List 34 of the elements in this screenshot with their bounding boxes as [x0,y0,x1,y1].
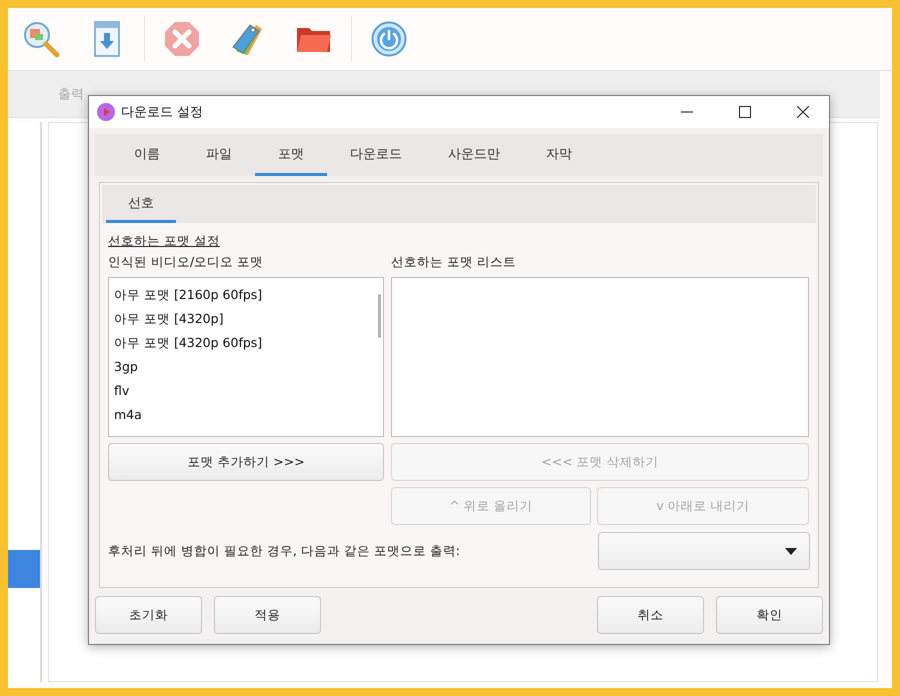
footer-button[interactable]: 적용 [214,596,321,634]
merge-format-label: 후처리 뒤에 병합이 필요한 경우, 다음과 같은 포맷으로 출력: [108,542,460,560]
tab[interactable]: 이름 [111,134,183,176]
list-label: 인식된 비디오/오디오 포맷 [108,254,264,271]
section-title: 선호하는 포맷 설정 [108,233,220,250]
maximize-icon [739,106,751,118]
format-item[interactable]: flv [109,380,383,404]
scrollbar-thumb[interactable] [378,294,381,338]
power-icon [371,21,407,57]
tab[interactable]: 파일 [183,134,255,176]
minimize-icon [681,111,693,113]
tab[interactable]: 자막 [523,134,595,176]
dropdown-arrow-icon [785,548,797,554]
stop-icon [164,21,200,57]
format-item[interactable]: 3gp [109,356,383,380]
subtab[interactable]: 선호 [106,185,176,223]
footer-button[interactable]: 취소 [597,596,704,634]
tab[interactable]: 포맷 [255,134,327,176]
close-icon [797,106,809,118]
tab[interactable]: 사운드만 [425,134,523,176]
format-item[interactable]: m4a [109,404,383,428]
magnifier-icon [21,19,61,59]
format-item[interactable]: 아무 포맷 [2160p 60fps] [109,284,383,308]
footer-button[interactable]: 확인 [716,596,823,634]
app-logo-icon [97,103,115,121]
dialog-title: 다운로드 설정 [121,104,204,121]
list-label: 선호하는 포맷 리스트 [391,254,517,271]
format-item[interactable]: 아무 포맷 [4320p 60fps] [109,332,383,356]
tab[interactable]: 다운로드 [327,134,425,176]
merge-format-dropdown[interactable] [598,532,810,570]
footer-button[interactable]: 초기화 [95,596,202,634]
format-item[interactable]: 아무 포맷 [4320p] [109,308,383,332]
add-format-button[interactable]: 포맷 추가하기 >>> [108,443,384,481]
download-icon [94,21,120,57]
